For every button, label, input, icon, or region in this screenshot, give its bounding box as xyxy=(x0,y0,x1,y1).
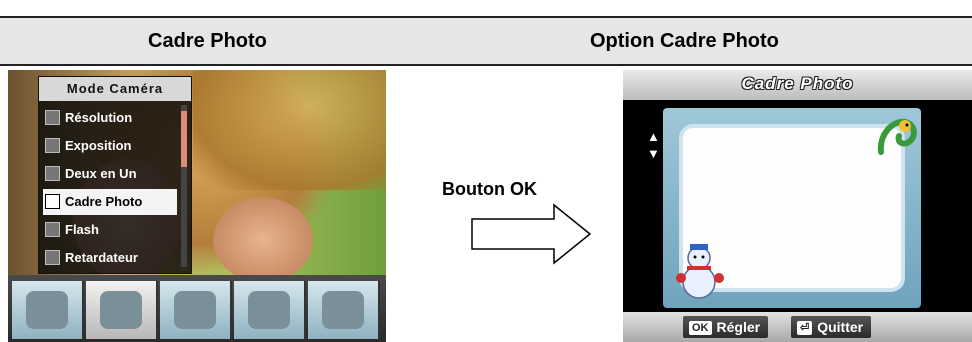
frame-option-screen: Cadre Photo ▲ ▼ OK Régler ⏎ Quitter xyxy=(623,70,972,342)
exit-button-label: Quitter xyxy=(817,319,864,335)
menu-item-two-in-one[interactable]: Deux en Un xyxy=(43,161,177,187)
return-key-icon: ⏎ xyxy=(797,321,813,336)
photo-frame-preview xyxy=(663,108,921,308)
film-reel-icon xyxy=(26,291,68,329)
mode-bar xyxy=(8,275,386,342)
camera-icon xyxy=(100,291,142,329)
screen-title: Cadre Photo xyxy=(741,74,854,93)
menu-item-label: Deux en Un xyxy=(65,166,137,181)
up-down-arrows-icon[interactable]: ▲ ▼ xyxy=(647,128,660,162)
photo-frame-icon xyxy=(45,194,60,209)
ok-key-icon: OK xyxy=(689,321,712,336)
flash-icon xyxy=(45,222,60,237)
menu-item-label: Exposition xyxy=(65,138,132,153)
right-arrow-icon xyxy=(471,203,592,265)
left-column-heading: Cadre Photo xyxy=(148,30,267,52)
mode-audio[interactable] xyxy=(160,281,232,339)
microphone-icon xyxy=(174,291,216,329)
preview-photo-detail xyxy=(193,70,386,190)
menu-title: Mode Caméra xyxy=(39,77,191,101)
resolution-icon xyxy=(45,110,60,125)
menu-item-label: Flash xyxy=(65,222,99,237)
menu-item-label: Résolution xyxy=(65,110,133,125)
set-button[interactable]: OK Régler xyxy=(683,316,769,338)
tools-icon xyxy=(322,291,364,329)
bottom-control-bar: OK Régler ⏎ Quitter xyxy=(623,312,972,342)
screen-title-bar: Cadre Photo xyxy=(623,70,972,100)
camera-mode-screen: Mode Caméra Résolution Exposition Deux e… xyxy=(8,70,386,342)
mode-effects[interactable] xyxy=(234,281,306,339)
menu-scroll-thumb[interactable] xyxy=(181,111,187,167)
right-column-heading: Option Cadre Photo xyxy=(590,30,779,52)
mode-video[interactable] xyxy=(12,281,84,339)
menu-scrollbar[interactable] xyxy=(181,105,187,267)
mode-setup[interactable] xyxy=(308,281,380,339)
camera-mode-menu: Mode Caméra Résolution Exposition Deux e… xyxy=(38,76,192,274)
menu-item-label: Retardateur xyxy=(65,250,138,265)
dragon-decoration-icon xyxy=(877,118,917,155)
menu-item-resolution[interactable]: Résolution xyxy=(43,105,177,131)
header-divider xyxy=(0,64,972,66)
menu-item-photo-frame[interactable]: Cadre Photo xyxy=(43,189,177,215)
self-timer-icon xyxy=(45,250,60,265)
exposure-icon xyxy=(45,138,60,153)
mode-camera[interactable] xyxy=(86,281,158,339)
section-header: Cadre Photo Option Cadre Photo xyxy=(0,16,972,66)
palette-icon xyxy=(248,291,290,329)
snowman-decoration-icon xyxy=(676,244,724,299)
set-button-label: Régler xyxy=(716,319,761,335)
ok-button-label: Bouton OK xyxy=(442,179,537,199)
menu-item-flash[interactable]: Flash xyxy=(43,217,177,243)
menu-item-label: Cadre Photo xyxy=(65,194,143,209)
menu-item-exposure[interactable]: Exposition xyxy=(43,133,177,159)
two-in-one-icon xyxy=(45,166,60,181)
exit-button[interactable]: ⏎ Quitter xyxy=(791,316,872,338)
menu-item-self-timer[interactable]: Retardateur xyxy=(43,245,177,271)
